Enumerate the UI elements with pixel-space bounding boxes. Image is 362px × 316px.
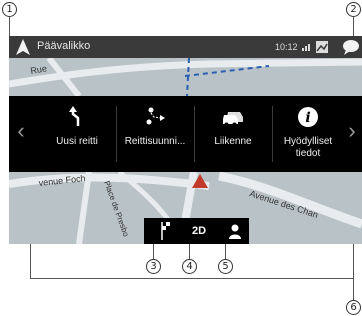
menu-item-label: Hyödylliset tiedot bbox=[283, 136, 333, 159]
traffic-car-icon bbox=[223, 112, 243, 127]
map-settings-icon[interactable] bbox=[315, 40, 329, 54]
leader-line-4 bbox=[189, 244, 190, 259]
navigation-arrow-icon[interactable] bbox=[12, 36, 34, 58]
svg-text:i: i bbox=[305, 110, 310, 126]
destination-flag-button[interactable] bbox=[152, 218, 178, 244]
leader-line-6-bottom bbox=[30, 278, 354, 279]
clock: 10:12 bbox=[275, 42, 298, 52]
route-arrow-icon bbox=[69, 106, 80, 126]
person-icon bbox=[229, 224, 241, 239]
menu-item-label: Uusi reitti bbox=[56, 136, 98, 147]
leader-line-5 bbox=[225, 244, 226, 259]
menu-item-new-route[interactable]: Uusi reitti bbox=[39, 96, 115, 172]
page-title: Päävalikko bbox=[37, 40, 91, 52]
callout-6: 6 bbox=[346, 300, 361, 315]
callout-3: 3 bbox=[146, 259, 161, 274]
menu-item-useful-info[interactable]: i Hyödylliset tiedot bbox=[273, 96, 343, 172]
view-mode-button[interactable]: 2D bbox=[184, 218, 214, 244]
callout-4: 4 bbox=[182, 259, 197, 274]
info-icon: i bbox=[298, 107, 318, 127]
leader-line-3 bbox=[153, 244, 154, 259]
leader-line-2 bbox=[353, 17, 354, 37]
menu-item-label: Liikenne bbox=[214, 136, 252, 147]
message-icon[interactable] bbox=[341, 37, 361, 57]
flag-icon bbox=[161, 222, 170, 240]
status-bar: Päävalikko 10:12 bbox=[9, 36, 362, 58]
navigation-screen: Rue venue Foch Place de Presbo Avenue de… bbox=[9, 36, 362, 244]
main-menu-panel: ‹ Uusi reitti Reittisuunni... Liikenne i… bbox=[9, 96, 362, 172]
menu-item-route-planning[interactable]: Reittisuunni... bbox=[117, 96, 193, 172]
route-plan-icon bbox=[146, 107, 165, 125]
map-quick-bar: 2D bbox=[144, 218, 249, 244]
callout-1: 1 bbox=[2, 2, 17, 17]
menu-item-label: Reittisuunni... bbox=[124, 136, 186, 147]
signal-icon bbox=[302, 44, 310, 51]
scroll-left-arrow[interactable]: ‹ bbox=[13, 116, 29, 146]
user-profile-button[interactable] bbox=[222, 218, 248, 244]
callout-2: 2 bbox=[346, 2, 361, 17]
callout-5: 5 bbox=[218, 259, 233, 274]
menu-item-traffic[interactable]: Liikenne bbox=[195, 96, 271, 172]
scroll-right-arrow[interactable]: › bbox=[344, 116, 360, 146]
